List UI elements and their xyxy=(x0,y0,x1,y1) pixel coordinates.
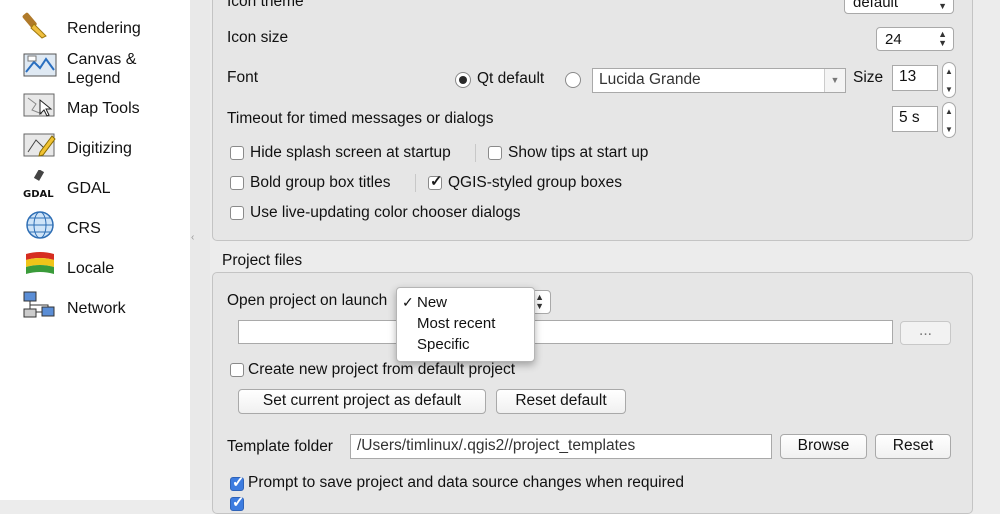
updown-arrows-icon: ▲▼ xyxy=(938,29,947,48)
sidebar-item-label: Canvas & xyxy=(67,51,137,68)
options-sidebar: Rendering Canvas & Legend Map Tools Digi… xyxy=(0,0,191,500)
updown-arrows-icon: ▲▼ xyxy=(938,0,947,11)
flag-icon xyxy=(26,252,54,274)
font-qt-default-radio[interactable] xyxy=(455,72,471,88)
create-from-default-checkbox[interactable] xyxy=(230,363,244,377)
sidebar-item-label: Rendering xyxy=(67,20,141,37)
font-custom-radio[interactable] xyxy=(565,72,581,88)
reset-default-button[interactable]: Reset default xyxy=(496,389,626,414)
sidebar-item-crs[interactable]: CRS xyxy=(0,210,190,248)
browse-button[interactable]: Browse xyxy=(780,434,867,459)
bold-group-titles-label: Bold group box titles xyxy=(250,174,391,191)
grip-icon: ‹ xyxy=(191,232,195,243)
sidebar-item-map-tools[interactable]: Map Tools xyxy=(0,90,190,128)
canvas-legend-icon xyxy=(23,53,57,77)
live-color-chooser-checkbox[interactable] xyxy=(230,206,244,220)
project-path-input[interactable] xyxy=(238,320,893,344)
network-icon xyxy=(23,291,55,318)
paintbrush-icon xyxy=(22,12,47,39)
qgis-styled-groups-checkbox[interactable] xyxy=(428,172,443,190)
font-label: Font xyxy=(227,69,259,86)
splitter-handle[interactable]: ‹ xyxy=(190,0,210,500)
sidebar-item-label: Digitizing xyxy=(67,140,132,157)
sidebar-item-label: Network xyxy=(67,300,126,317)
timeout-input[interactable]: 5 s xyxy=(892,106,938,132)
sidebar-item-label: Map Tools xyxy=(67,100,140,117)
font-qt-default-label: Qt default xyxy=(477,70,545,87)
template-folder-label: Template folder xyxy=(227,438,333,455)
font-size-stepper[interactable]: ▲ ▼ xyxy=(942,62,956,98)
icon-size-value: 24 xyxy=(885,31,902,48)
svg-text:GDAL: GDAL xyxy=(23,189,54,200)
next-option-checkbox[interactable] xyxy=(230,493,245,511)
divider xyxy=(415,174,416,192)
live-color-chooser-label: Use live-updating color chooser dialogs xyxy=(250,204,521,221)
icon-theme-value: default xyxy=(853,0,899,11)
sidebar-item-rendering[interactable]: Rendering xyxy=(0,10,190,48)
launch-option-new[interactable]: New xyxy=(417,294,447,311)
launch-option-specific[interactable]: Specific xyxy=(417,336,470,353)
set-current-default-button[interactable]: Set current project as default xyxy=(238,389,486,414)
sidebar-item-canvas-legend[interactable]: Canvas & Legend xyxy=(0,50,190,88)
sidebar-item-gdal[interactable]: GDAL GDAL xyxy=(0,170,190,208)
chevron-down-icon: ▼ xyxy=(824,69,845,92)
sidebar-item-network[interactable]: Network xyxy=(0,290,190,328)
sidebar-item-digitizing[interactable]: Digitizing xyxy=(0,130,190,168)
bold-group-titles-checkbox[interactable] xyxy=(230,176,244,190)
sidebar-item-label: CRS xyxy=(67,220,101,237)
hide-splash-label: Hide splash screen at startup xyxy=(250,144,451,161)
sidebar-item-label-line2: Legend xyxy=(67,70,121,87)
font-family-combo[interactable]: Lucida Grande ▼ xyxy=(592,68,846,93)
sidebar-item-locale[interactable]: Locale xyxy=(0,250,190,288)
qgis-styled-groups-label: QGIS-styled group boxes xyxy=(448,174,623,191)
reset-button[interactable]: Reset xyxy=(875,434,951,459)
sidebar-item-label: Locale xyxy=(67,260,115,277)
launch-option-most-recent[interactable]: Most recent xyxy=(417,315,495,332)
create-from-default-label: Create new project from default project xyxy=(248,361,516,378)
sidebar-item-label: GDAL xyxy=(67,180,111,197)
icon-theme-label: Icon theme xyxy=(227,0,304,10)
font-size-label: Size xyxy=(853,69,884,86)
browse-project-button[interactable]: ... xyxy=(900,321,951,345)
divider xyxy=(475,144,476,162)
timeout-label: Timeout for timed messages or dialogs xyxy=(227,110,494,127)
show-tips-checkbox[interactable] xyxy=(488,146,502,160)
prompt-save-checkbox[interactable] xyxy=(230,473,245,491)
updown-arrows-icon: ▲▼ xyxy=(535,292,544,311)
icon-size-select[interactable]: 24 ▲ ▼ xyxy=(876,27,954,51)
template-folder-input[interactable]: /Users/timlinux/.qgis2//project_template… xyxy=(350,434,772,459)
icon-theme-select[interactable]: default ▲▼ xyxy=(844,0,954,14)
map-tools-icon xyxy=(23,93,55,117)
icon-size-label: Icon size xyxy=(227,29,289,46)
project-files-title: Project files xyxy=(222,252,303,269)
font-family-value: Lucida Grande xyxy=(599,71,701,88)
digitizing-icon xyxy=(23,133,56,157)
open-on-launch-label: Open project on launch xyxy=(227,292,388,309)
font-size-input[interactable]: 13 xyxy=(892,65,938,91)
globe-icon xyxy=(26,211,54,239)
show-tips-label: Show tips at start up xyxy=(508,144,649,161)
checkmark-icon: ✓ xyxy=(402,294,414,310)
launch-options-popup: ✓ New Most recent Specific xyxy=(396,287,535,362)
prompt-save-label: Prompt to save project and data source c… xyxy=(248,474,684,491)
timeout-stepper[interactable]: ▲ ▼ xyxy=(942,102,956,138)
hide-splash-checkbox[interactable] xyxy=(230,146,244,160)
gdal-icon: GDAL xyxy=(23,170,54,200)
